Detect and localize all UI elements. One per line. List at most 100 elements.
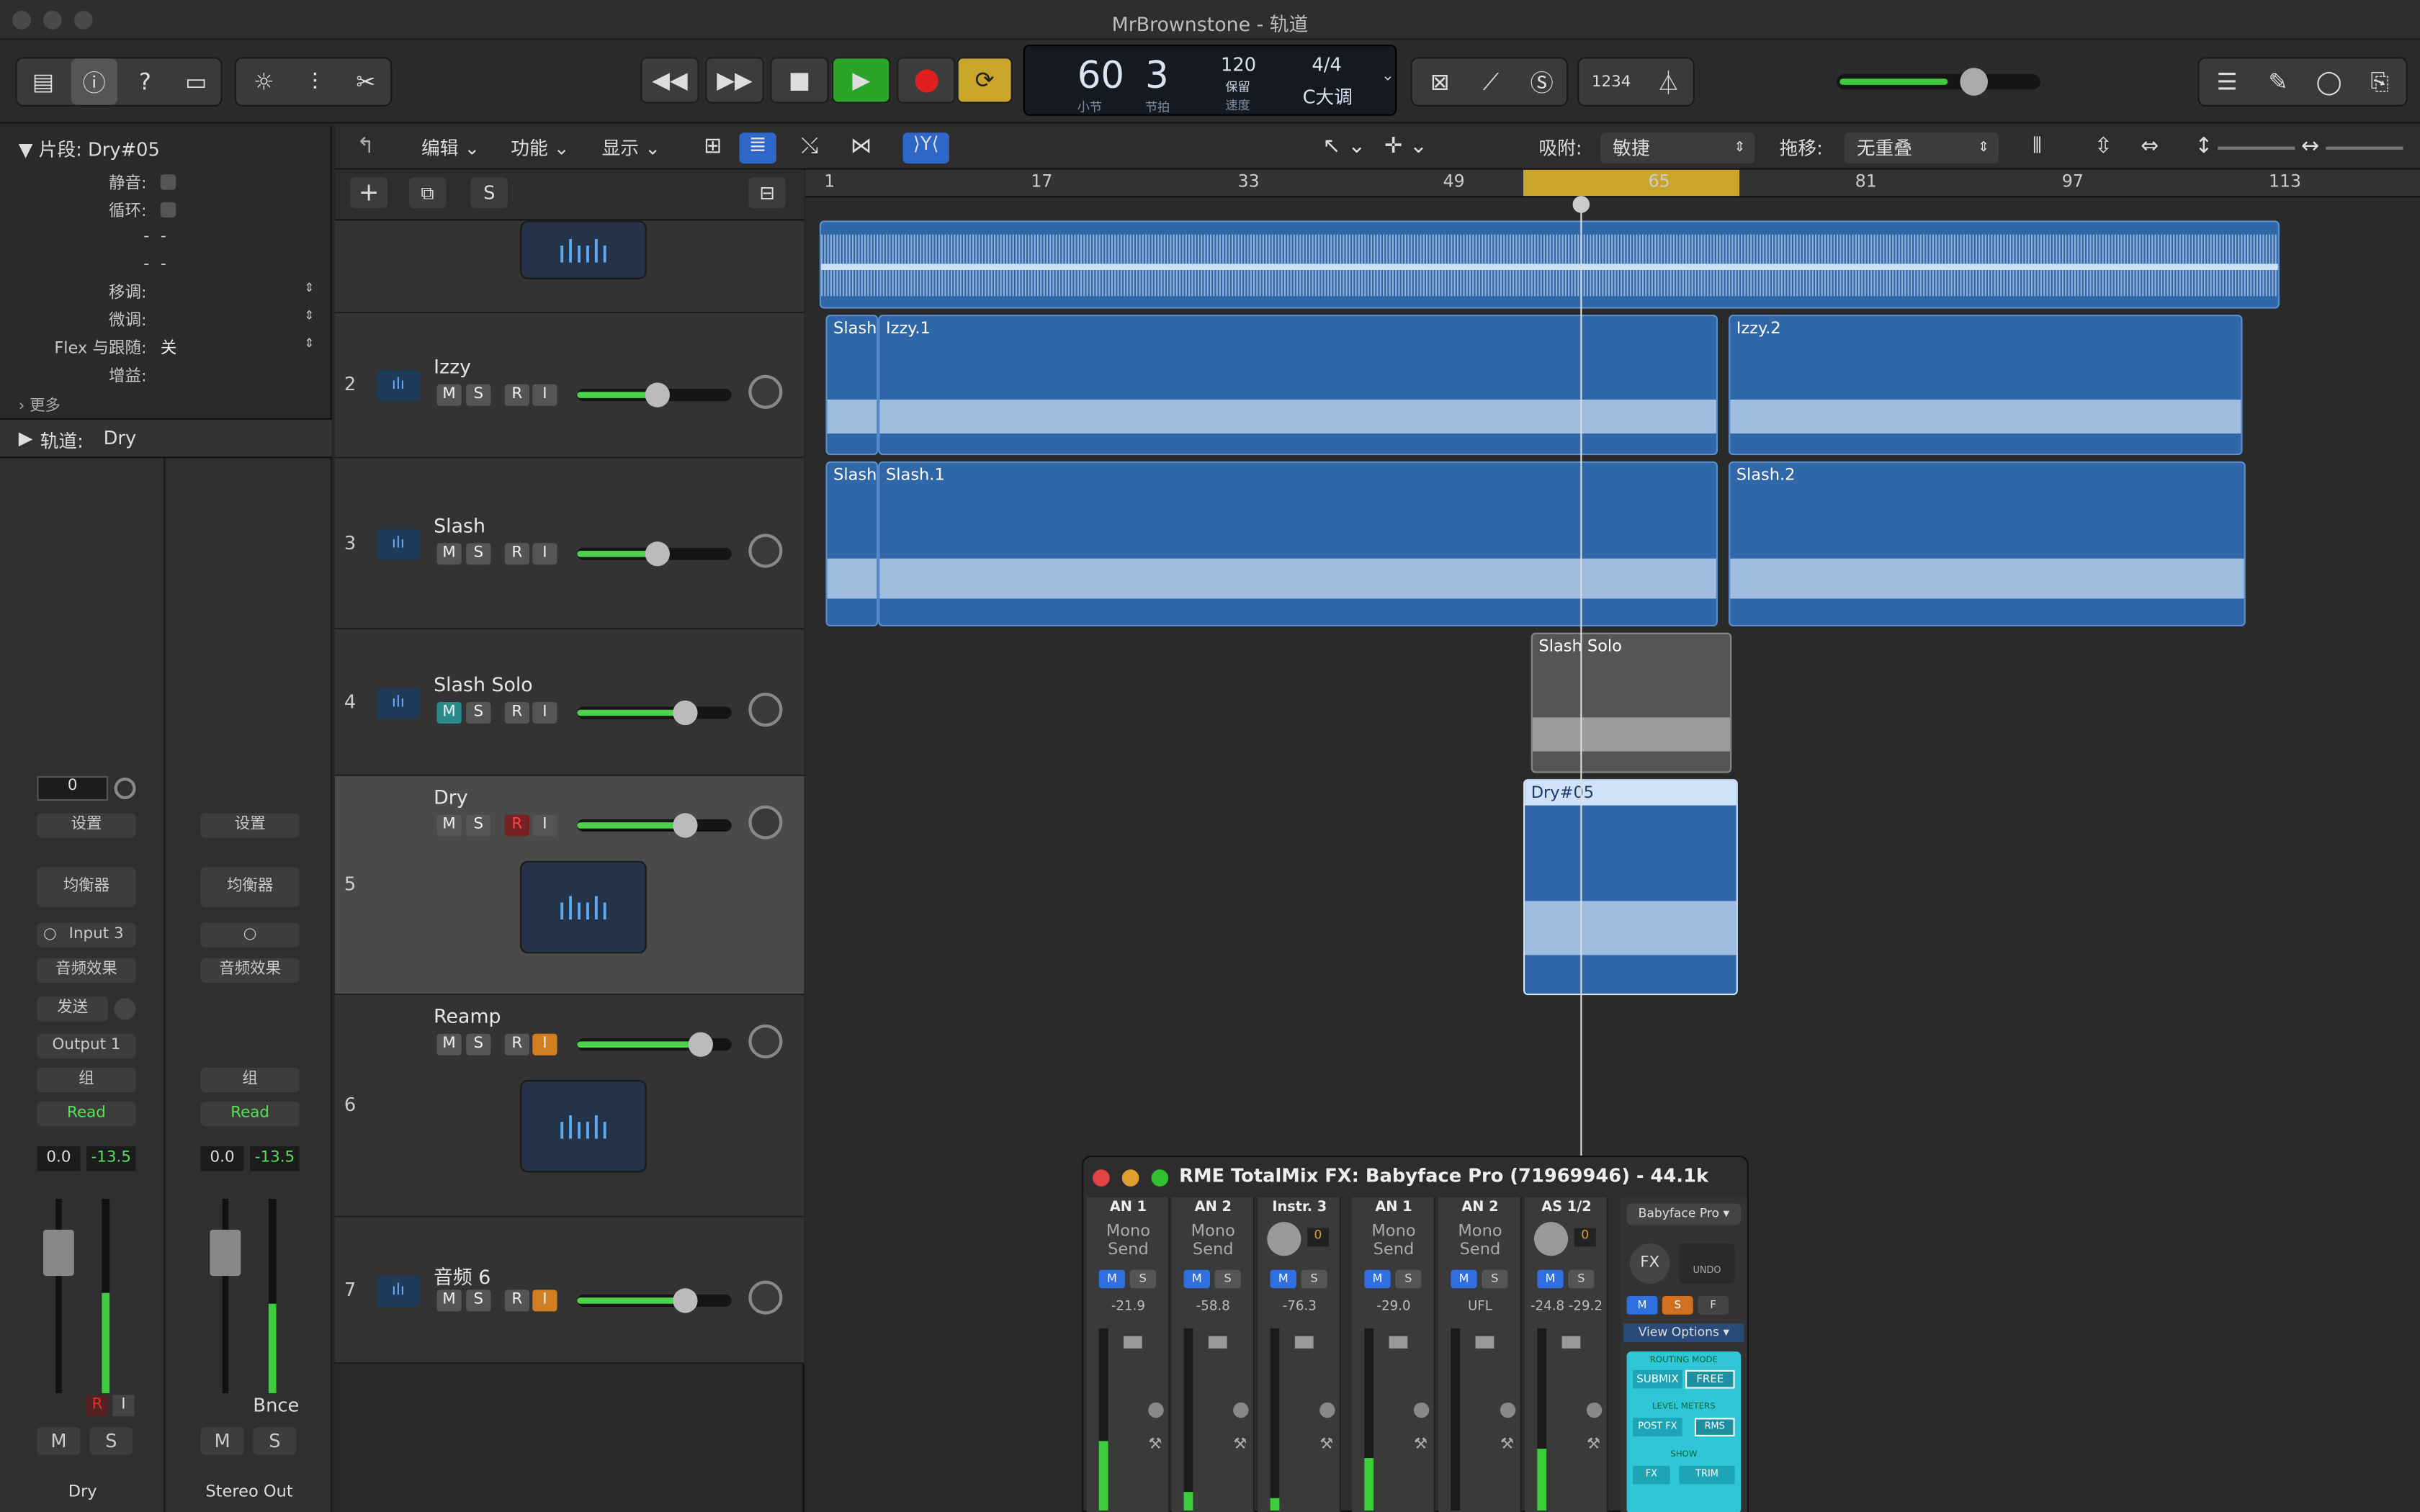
gain-knob[interactable]: [114, 778, 136, 799]
track-name[interactable]: 音频 6: [434, 1260, 490, 1290]
flex-icon[interactable]: ⋈: [851, 134, 872, 158]
eq-button[interactable]: 均衡器: [200, 867, 300, 907]
vertical-zoom-icon[interactable]: ↕: [2195, 134, 2213, 158]
mute-checkbox[interactable]: [160, 174, 176, 190]
catch-icon[interactable]: ⟩Y⟨: [902, 132, 949, 164]
region-param-flex[interactable]: Flex 与跟随: 关 ⇕: [0, 336, 332, 364]
settings-wrench-icon[interactable]: ⚒: [1148, 1436, 1162, 1454]
zoom-window-button[interactable]: [1151, 1169, 1169, 1187]
rme-solo-button[interactable]: S: [1482, 1269, 1508, 1289]
region[interactable]: Slash Solo: [1531, 632, 1732, 773]
volume-slider[interactable]: [577, 1287, 732, 1313]
collapse-icon[interactable]: ⊟: [748, 177, 786, 209]
view-menu[interactable]: 显示 ⌄: [602, 132, 660, 163]
solo-button[interactable]: S: [466, 384, 491, 406]
volume-knob[interactable]: [673, 813, 698, 838]
input-slot[interactable]: ○ Input 3: [37, 922, 136, 948]
rme-mute-button[interactable]: M: [1183, 1269, 1210, 1289]
setting-button[interactable]: 设置: [37, 813, 136, 838]
settings-wrench-icon[interactable]: ⚒: [1414, 1436, 1428, 1454]
record-enable-button[interactable]: R: [504, 1289, 529, 1311]
pan-knob[interactable]: [748, 805, 783, 840]
snap-dropdown[interactable]: 敏捷 ⇕: [1600, 132, 1755, 164]
rme-solo-button[interactable]: S: [1395, 1269, 1422, 1289]
volume-slider[interactable]: [577, 382, 732, 408]
pan-knob[interactable]: [748, 1279, 783, 1314]
metronome-icon[interactable]: ⏃: [1644, 58, 1693, 104]
solo-mode-icon[interactable]: Ⓢ: [1517, 58, 1567, 104]
region[interactable]: Slash: [825, 461, 879, 626]
solo-button[interactable]: S: [253, 1427, 297, 1455]
trim-icon[interactable]: [1413, 1402, 1430, 1418]
lcd-key[interactable]: C大调: [1303, 84, 1353, 109]
horizontal-zoom-icon[interactable]: ↔: [2301, 134, 2319, 158]
mute-button[interactable]: M: [37, 1427, 81, 1455]
fader-knob[interactable]: [1294, 1336, 1314, 1349]
browsers-icon[interactable]: ⎘: [2355, 58, 2405, 104]
input-monitor-button[interactable]: I: [532, 814, 557, 837]
volume-fader-knob[interactable]: [43, 1229, 74, 1277]
stepper-icon[interactable]: ⇕: [304, 336, 314, 350]
list-view-icon[interactable]: ≣: [739, 132, 776, 164]
rme-solo-button[interactable]: S: [1568, 1269, 1595, 1289]
functions-menu[interactable]: 功能 ⌄: [511, 132, 569, 163]
fader-knob[interactable]: [1389, 1336, 1408, 1349]
rme-mute-button[interactable]: M: [1098, 1269, 1126, 1289]
waveform-zoom-icon[interactable]: ⫴: [2033, 134, 2042, 158]
device-select[interactable]: Babyface Pro ▾: [1626, 1203, 1742, 1225]
track-name[interactable]: Reamp: [434, 1004, 501, 1027]
region[interactable]: Slash: [825, 315, 879, 456]
rme-solo-button[interactable]: S: [1301, 1269, 1327, 1289]
mute-button[interactable]: M: [436, 384, 462, 406]
mute-button[interactable]: M: [436, 814, 462, 837]
list-editors-icon[interactable]: ☰: [2202, 58, 2252, 104]
volume-slider[interactable]: [577, 541, 732, 566]
record-enable-button[interactable]: R: [504, 542, 529, 564]
rewind-button[interactable]: ◀◀: [640, 57, 699, 104]
record-button[interactable]: [897, 57, 956, 104]
solo-button[interactable]: S: [466, 542, 491, 564]
input-monitor-button[interactable]: I: [112, 1395, 135, 1417]
more-disclosure[interactable]: › 更多: [19, 392, 60, 415]
add-track-icon[interactable]: +: [350, 177, 387, 209]
rms-button[interactable]: RMS: [1694, 1418, 1735, 1436]
automation-mode[interactable]: Read: [37, 1102, 136, 1127]
show-trim-button[interactable]: TRIM: [1679, 1465, 1735, 1485]
global-solo-icon[interactable]: S: [470, 177, 508, 209]
trim-icon[interactable]: [1233, 1402, 1249, 1418]
send-knob[interactable]: [114, 998, 136, 1020]
region[interactable]: [819, 220, 2280, 309]
track-header-bar[interactable]: ▶ 轨道: Dry: [0, 418, 332, 459]
rme-mute-button[interactable]: M: [1451, 1269, 1477, 1289]
audio-fx-slot[interactable]: 音频效果: [200, 958, 300, 983]
fader-knob[interactable]: [1475, 1336, 1494, 1349]
settings-wrench-icon[interactable]: ⚒: [1233, 1436, 1247, 1454]
crosshair-tool-icon[interactable]: ✛ ⌄: [1384, 134, 1428, 158]
lcd-tempo[interactable]: 120: [1221, 54, 1256, 76]
track-name[interactable]: Dry: [434, 786, 468, 809]
automation-mode[interactable]: Read: [200, 1102, 300, 1127]
record-enable-button[interactable]: R: [504, 701, 529, 723]
fader-knob[interactable]: [1561, 1336, 1581, 1349]
pan-knob[interactable]: [748, 533, 783, 567]
fader-knob[interactable]: [1208, 1336, 1227, 1349]
fader-knob[interactable]: [1124, 1336, 1142, 1349]
setting-button[interactable]: 设置: [200, 813, 300, 838]
volume-knob[interactable]: [673, 1287, 698, 1313]
free-button[interactable]: FREE: [1685, 1369, 1735, 1389]
solo-button[interactable]: S: [466, 814, 491, 837]
view-options-dropdown[interactable]: View Options ▾: [1623, 1323, 1744, 1343]
track-row[interactable]: 6 Reamp M S R Iılıılı: [335, 995, 805, 1218]
audio-fx-slot[interactable]: 音频效果: [37, 958, 136, 983]
region[interactable]: Slash.2: [1729, 461, 2246, 626]
trim-icon[interactable]: [1586, 1402, 1603, 1418]
count-in-button[interactable]: 1234: [1582, 58, 1640, 104]
region-param-finetune[interactable]: 微调: ⇕: [0, 309, 332, 337]
inspector-icon[interactable]: ⓘ: [71, 58, 117, 105]
output-slot[interactable]: Output 1: [37, 1033, 136, 1058]
pan-knob[interactable]: [748, 374, 783, 409]
volume-knob[interactable]: [688, 1032, 713, 1057]
record-enable-button[interactable]: R: [504, 1033, 529, 1056]
send-slot[interactable]: 发送: [37, 996, 108, 1022]
volume-fader-knob[interactable]: [210, 1229, 241, 1277]
